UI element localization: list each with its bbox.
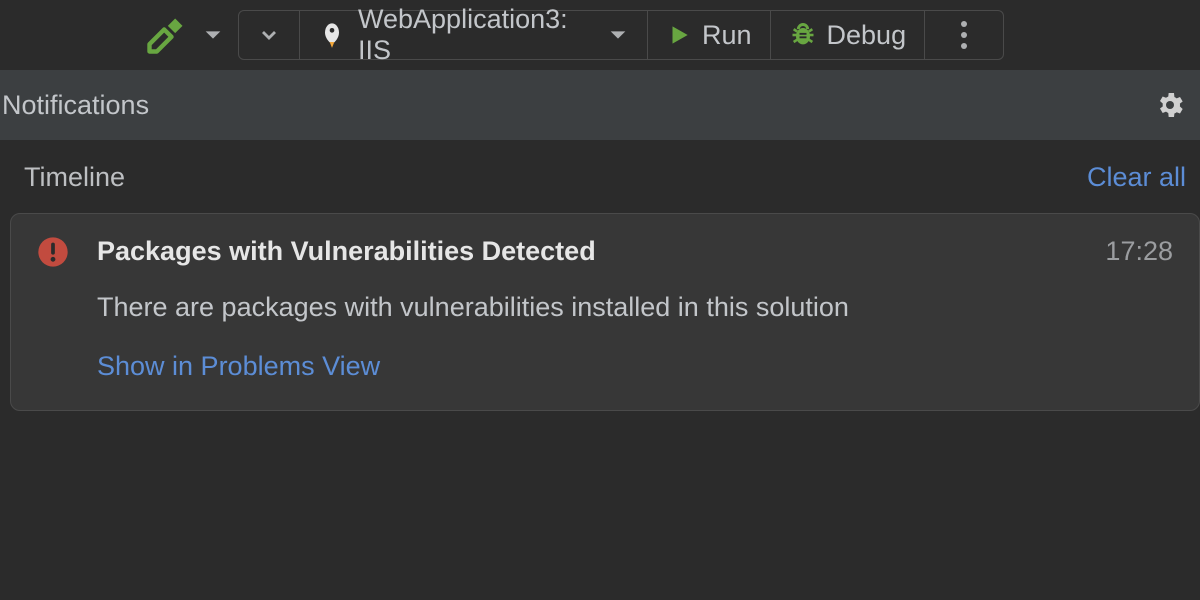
play-icon bbox=[666, 22, 692, 48]
chevron-down-icon bbox=[607, 24, 629, 46]
build-dropdown-icon[interactable] bbox=[194, 24, 232, 46]
run-button[interactable]: Run bbox=[648, 11, 771, 59]
notifications-panel-header: Notifications bbox=[0, 70, 1200, 140]
notification-card[interactable]: Packages with Vulnerabilities Detected 1… bbox=[10, 213, 1200, 411]
notification-body: There are packages with vulnerabilities … bbox=[97, 292, 1173, 323]
timeline-section-label: Timeline bbox=[24, 162, 125, 193]
run-config-label: WebApplication3: IIS bbox=[358, 4, 607, 66]
clear-all-link[interactable]: Clear all bbox=[1087, 162, 1186, 193]
run-config-selector[interactable]: WebApplication3: IIS bbox=[300, 11, 648, 59]
run-config-history-button[interactable] bbox=[239, 11, 300, 59]
debug-button[interactable]: Debug bbox=[771, 11, 926, 59]
debug-button-label: Debug bbox=[827, 20, 907, 51]
rocket-icon bbox=[318, 21, 346, 49]
notifications-panel-body: Timeline Clear all Packages with Vulnera… bbox=[0, 140, 1200, 411]
run-config-group: WebApplication3: IIS Run bbox=[238, 10, 1004, 60]
notification-time: 17:28 bbox=[1105, 236, 1173, 268]
timeline-header-row: Timeline Clear all bbox=[24, 162, 1186, 193]
more-actions-button[interactable] bbox=[925, 11, 1003, 59]
notification-action-link[interactable]: Show in Problems View bbox=[97, 351, 1095, 382]
error-icon bbox=[37, 236, 87, 268]
run-button-label: Run bbox=[702, 20, 752, 51]
notification-title: Packages with Vulnerabilities Detected bbox=[97, 236, 1095, 268]
bug-icon bbox=[789, 21, 817, 49]
main-toolbar: WebApplication3: IIS Run bbox=[0, 0, 1200, 70]
more-vertical-icon bbox=[943, 21, 985, 49]
panel-title: Notifications bbox=[2, 90, 149, 121]
gear-icon[interactable] bbox=[1154, 89, 1186, 121]
build-icon[interactable] bbox=[144, 13, 188, 57]
